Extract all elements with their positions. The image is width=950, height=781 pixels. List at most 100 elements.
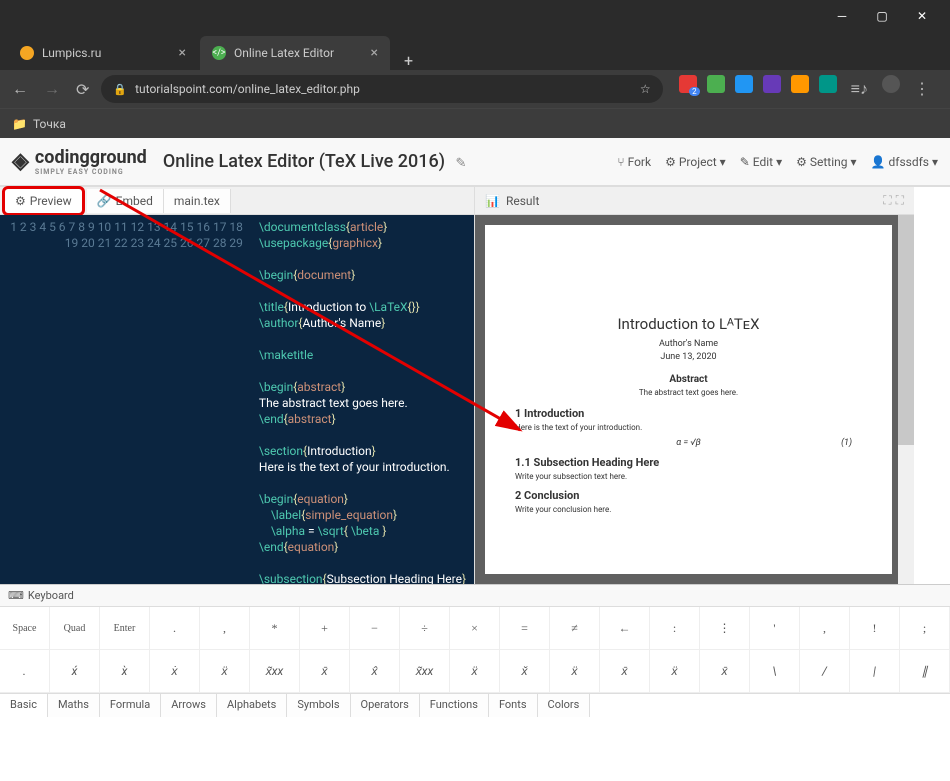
keyboard-key[interactable]: ; xyxy=(900,607,950,649)
keyboard-key[interactable]: Space xyxy=(0,607,50,649)
logo-subtitle: SIMPLY EASY CODING xyxy=(35,168,147,176)
logo[interactable]: ◈ codingground SIMPLY EASY CODING xyxy=(12,147,147,176)
keyboard-key[interactable]: x͂xx xyxy=(250,650,300,692)
keyboard-key[interactable]: ẍ xyxy=(200,650,250,692)
keyboard-key[interactable]: ẋ xyxy=(150,650,200,692)
tab-title: Lumpics.ru xyxy=(42,46,101,60)
tab-title: Online Latex Editor xyxy=(234,46,334,60)
minimize-button[interactable]: ─ xyxy=(822,1,862,31)
keyboard-key[interactable]: ÷ xyxy=(400,607,450,649)
code-content: \documentclass{article} \usepackage{grap… xyxy=(251,215,474,584)
keyboard-key[interactable]: , xyxy=(200,607,250,649)
keyboard-key[interactable]: ẍ xyxy=(550,650,600,692)
keyboard-key[interactable]: = xyxy=(500,607,550,649)
browser-tab[interactable]: </> Online Latex Editor × xyxy=(200,36,390,70)
keyboard-key[interactable]: ≠ xyxy=(550,607,600,649)
keyboard-key[interactable]: Enter xyxy=(100,607,150,649)
editor-panel: ⚙ Preview 🔗 Embed main.tex 1 2 3 4 5 6 7… xyxy=(0,187,475,584)
maximize-button[interactable]: ▢ xyxy=(862,1,902,31)
scrollbar[interactable] xyxy=(898,215,914,584)
preview-tab[interactable]: ⚙ Preview xyxy=(2,186,85,216)
keyboard-key[interactable]: ⋮ xyxy=(700,607,750,649)
result-panel: 📊 Result ⛶ ⛶ Introduction to LᴬTᴇX Autho… xyxy=(475,187,914,584)
keyboard-key[interactable]: ẍ xyxy=(650,650,700,692)
user-menu[interactable]: 👤 dfssdfs ▾ xyxy=(871,155,938,169)
forward-button[interactable]: → xyxy=(40,75,64,103)
reload-button[interactable]: ⟳ xyxy=(72,76,93,103)
keyboard-key[interactable]: * xyxy=(250,607,300,649)
keyboard-key[interactable]: x́ xyxy=(50,650,100,692)
browser-addressbar: ← → ⟳ 🔒 tutorialspoint.com/online_latex_… xyxy=(0,70,950,108)
keyboard-key[interactable]: ' xyxy=(750,607,800,649)
logo-text: codingground xyxy=(35,147,147,168)
keyboard-key[interactable]: − xyxy=(350,607,400,649)
ext-icon[interactable] xyxy=(791,75,809,93)
close-icon[interactable]: × xyxy=(179,45,186,61)
fullscreen-icon[interactable]: ⛶ xyxy=(896,193,904,208)
keyboard-key[interactable]: × xyxy=(450,607,500,649)
keyboard-category-tab[interactable]: Formula xyxy=(100,694,161,717)
keyboard-key[interactable]: + xyxy=(300,607,350,649)
keyboard-category-tab[interactable]: Arrows xyxy=(161,694,217,717)
url-input[interactable]: 🔒 tutorialspoint.com/online_latex_editor… xyxy=(101,75,662,103)
keyboard-category-tab[interactable]: Colors xyxy=(538,694,591,717)
keyboard-key[interactable]: . xyxy=(150,607,200,649)
setting-menu[interactable]: ⚙ Setting ▾ xyxy=(796,155,856,169)
expand-icon[interactable]: ⛶ xyxy=(883,193,891,208)
file-tab[interactable]: main.tex xyxy=(164,189,231,213)
browser-tabbar: Lumpics.ru × </> Online Latex Editor × + xyxy=(0,32,950,70)
keyboard-key[interactable]: ẍ xyxy=(450,650,500,692)
keyboard-key[interactable]: : xyxy=(650,607,700,649)
doc-text: Write your conclusion here. xyxy=(515,505,862,514)
browser-tab[interactable]: Lumpics.ru × xyxy=(8,36,198,70)
ext-icon[interactable] xyxy=(707,75,725,93)
close-button[interactable]: ✕ xyxy=(902,1,942,31)
window-titlebar: ─ ▢ ✕ xyxy=(0,0,950,32)
keyboard-category-tab[interactable]: Maths xyxy=(48,694,100,717)
new-tab-button[interactable]: + xyxy=(392,51,425,70)
keyboard-category-tab[interactable]: Symbols xyxy=(287,694,350,717)
back-button[interactable]: ← xyxy=(8,75,32,103)
code-editor[interactable]: 1 2 3 4 5 6 7 8 9 10 11 12 13 14 15 16 1… xyxy=(0,215,474,584)
fork-button[interactable]: ⑂ Fork xyxy=(617,155,651,169)
keyboard-key[interactable]: Quad xyxy=(50,607,100,649)
scrollbar-thumb[interactable] xyxy=(898,215,914,445)
edit-icon[interactable]: ✎ xyxy=(455,156,466,171)
ext-icon[interactable] xyxy=(763,75,781,93)
keyboard-category-tab[interactable]: Basic xyxy=(0,694,48,717)
keyboard-key[interactable]: x̄ xyxy=(600,650,650,692)
star-icon[interactable]: ☆ xyxy=(640,82,651,96)
keyboard-key[interactable]: x͂xx xyxy=(400,650,450,692)
keyboard-key[interactable]: ∥ xyxy=(900,650,950,692)
keyboard-key[interactable]: / xyxy=(800,650,850,692)
keyboard-panel: ⌨ Keyboard SpaceQuadEnter.,*+−÷×=≠←:⋮',!… xyxy=(0,584,950,717)
keyboard-key[interactable]: x̄ xyxy=(700,650,750,692)
keyboard-category-tab[interactable]: Fonts xyxy=(489,694,538,717)
embed-tab[interactable]: 🔗 Embed xyxy=(87,189,164,213)
keyboard-key[interactable]: \ xyxy=(750,650,800,692)
keyboard-key[interactable]: | xyxy=(850,650,900,692)
keyboard-key[interactable]: x̀ xyxy=(100,650,150,692)
playlist-icon[interactable]: ≡♪ xyxy=(847,75,872,103)
keyboard-category-tab[interactable]: Operators xyxy=(351,694,420,717)
keyboard-category-tab[interactable]: Functions xyxy=(420,694,489,717)
ext-icon[interactable] xyxy=(735,75,753,93)
avatar[interactable] xyxy=(882,75,900,93)
keyboard-key[interactable]: . xyxy=(0,650,50,692)
keyboard-key[interactable]: ! xyxy=(850,607,900,649)
keyboard-key[interactable]: ← xyxy=(600,607,650,649)
bookmark-folder[interactable]: 📁 Точка xyxy=(12,117,66,131)
close-icon[interactable]: × xyxy=(371,45,378,61)
keyboard-key[interactable]: x̌ xyxy=(500,650,550,692)
menu-button[interactable]: ⋮ xyxy=(910,75,934,103)
ext-icon[interactable]: 2 xyxy=(679,75,697,93)
project-menu[interactable]: ⚙ Project ▾ xyxy=(665,155,726,169)
ext-icon[interactable] xyxy=(819,75,837,93)
lock-icon: 🔒 xyxy=(113,83,127,96)
edit-menu[interactable]: ✎ Edit ▾ xyxy=(740,155,782,169)
keyboard-key[interactable]: x̄ xyxy=(300,650,350,692)
keyboard-key[interactable]: x̂ xyxy=(350,650,400,692)
keyboard-category-tab[interactable]: Alphabets xyxy=(217,694,287,717)
keyboard-key[interactable]: , xyxy=(800,607,850,649)
favicon xyxy=(20,46,34,60)
